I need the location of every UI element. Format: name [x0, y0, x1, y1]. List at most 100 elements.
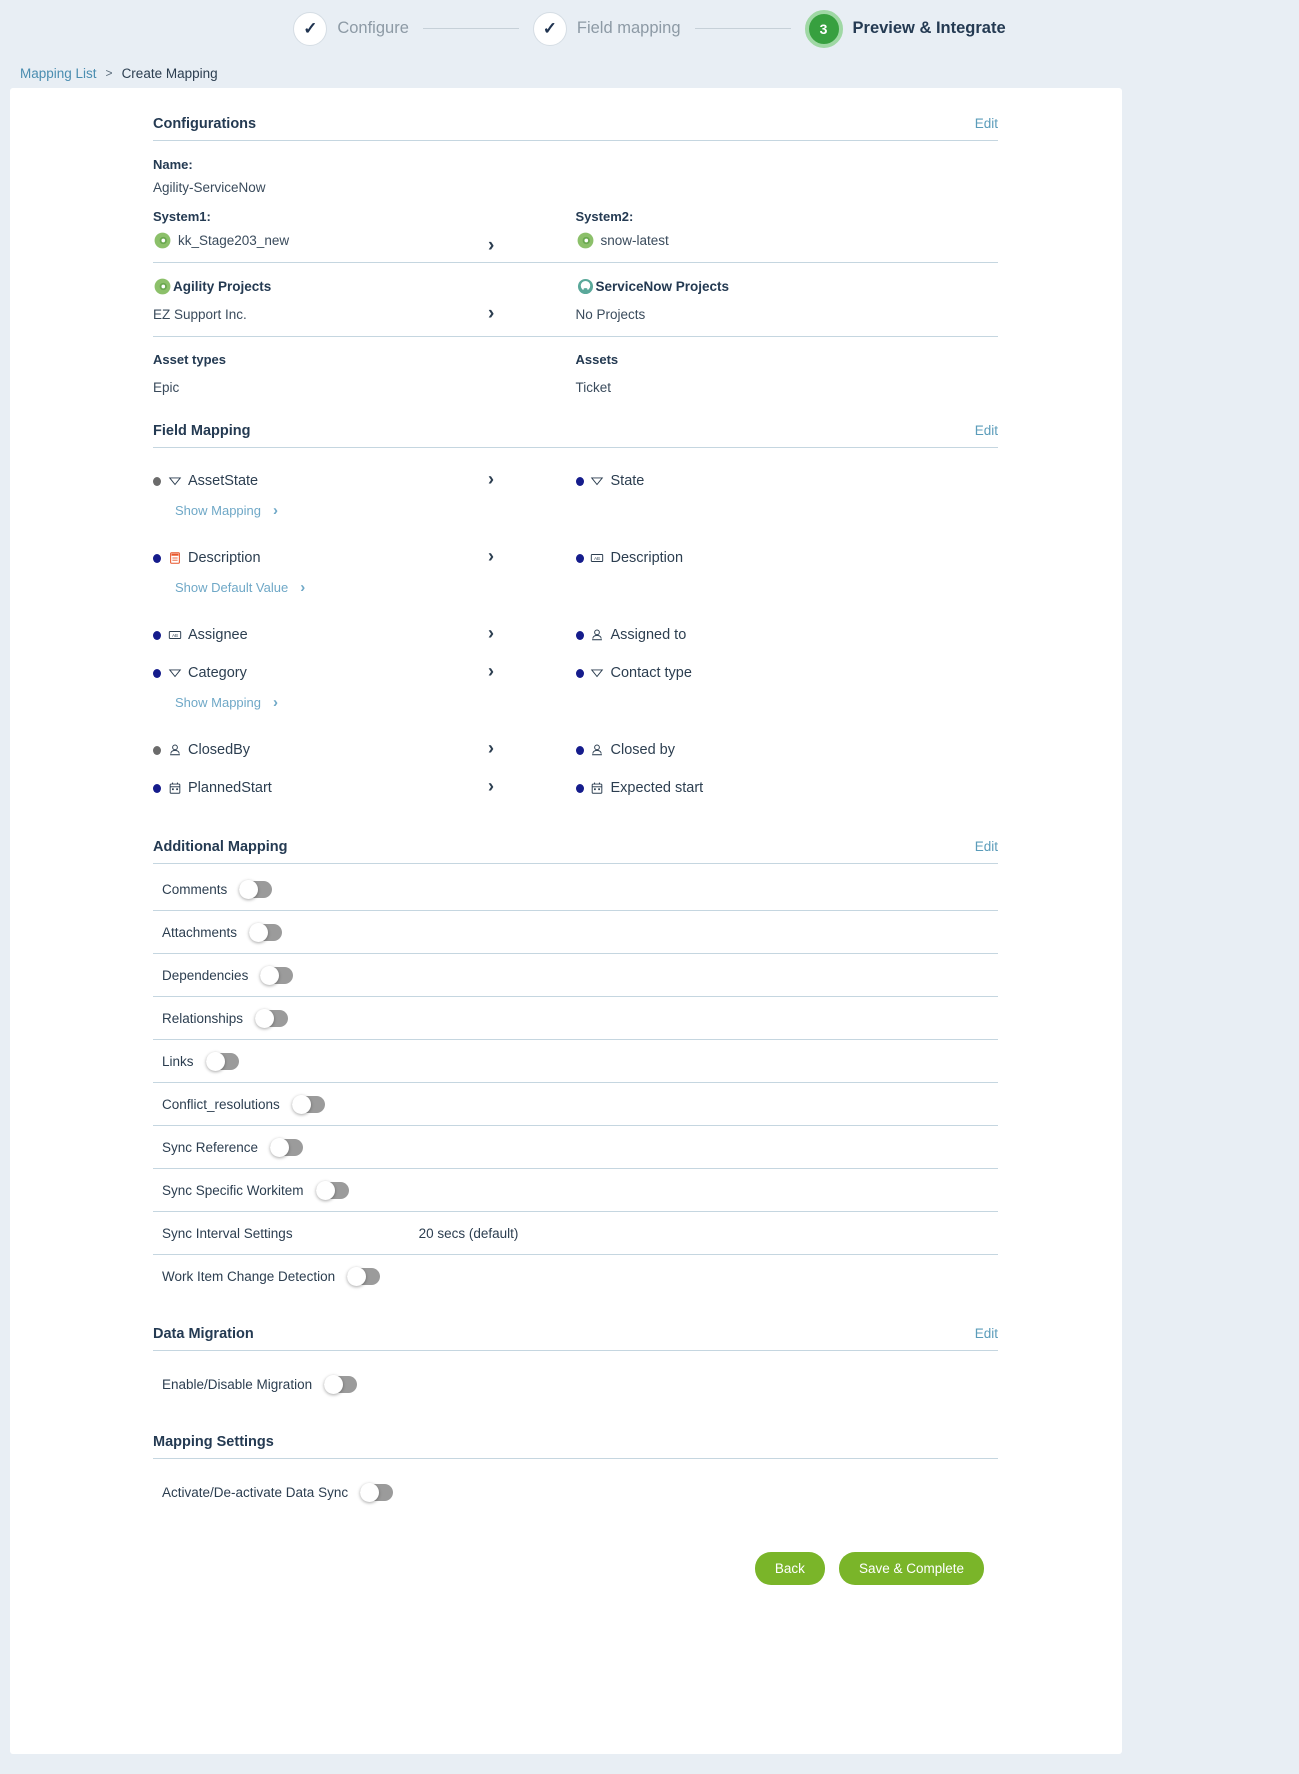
- system2-value: snow-latest: [600, 233, 669, 248]
- step-preview-integrate-number: 3: [804, 9, 843, 48]
- setting-label: Conflict_resolutions: [162, 1096, 280, 1112]
- agility-projects-title: Agility Projects: [153, 277, 556, 296]
- show-mapping-label: Show Mapping: [175, 503, 261, 518]
- projects-title-row: Agility Projects ServiceNow Projects: [153, 277, 998, 296]
- toggle-attachments[interactable]: [249, 922, 283, 942]
- setting-label: Enable/Disable Migration: [162, 1377, 313, 1392]
- show-mapping-link[interactable]: Show Mapping ›: [175, 694, 998, 711]
- system1-value: kk_Stage203_new: [178, 233, 290, 248]
- toggle-comments[interactable]: [239, 879, 273, 899]
- toggle-dependencies[interactable]: [260, 965, 294, 985]
- projects-right-value: No Projects: [575, 307, 646, 322]
- step-field-mapping-label: Field mapping: [576, 19, 681, 37]
- field-name: AssetState: [188, 473, 259, 489]
- step-field-mapping-check-icon: ✓: [532, 11, 567, 46]
- field-mapping-row: ClosedBy › Closed by: [153, 735, 998, 765]
- text-icon: AB: [167, 628, 182, 643]
- toggle-conflict-resolutions[interactable]: [291, 1094, 325, 1114]
- calendar-icon: [590, 781, 605, 796]
- field-mapping-target: State: [575, 473, 999, 489]
- step-connector-1: [422, 28, 519, 29]
- toggle-knob: [255, 1008, 275, 1028]
- field-name: Assigned to: [610, 627, 687, 643]
- asset-types-right-label-col: Assets: [576, 351, 999, 369]
- toggle-activate-de-activate-data-sync[interactable]: [360, 1483, 394, 1502]
- status-dot: [575, 668, 584, 678]
- user-icon: [592, 629, 602, 641]
- calendar-icon: [591, 782, 603, 794]
- status-dot: [153, 745, 161, 755]
- user-icon: [167, 743, 182, 758]
- field-mapping-source: ClosedBy: [153, 742, 576, 758]
- step-preview-integrate[interactable]: 3 Preview & Integrate: [804, 9, 1006, 48]
- toggle-knob: [239, 879, 259, 899]
- step-connector-2: [694, 28, 791, 29]
- asset-types-right-value-col: Ticket: [576, 379, 999, 397]
- field-mapping-header: Field Mapping Edit: [153, 423, 998, 448]
- toggle-knob: [270, 1137, 290, 1157]
- toggle-knob: [205, 1051, 225, 1071]
- additional-mapping-header: Additional Mapping Edit: [153, 839, 998, 864]
- setting-row: Enable/Disable Migration: [153, 1363, 998, 1406]
- dropdown-icon: [590, 477, 604, 486]
- status-dot: [575, 476, 584, 486]
- system2-col: System2: snow-latest: [576, 209, 999, 250]
- toggle-relationships[interactable]: [255, 1008, 289, 1028]
- dropdown-icon: [167, 474, 182, 489]
- show-mapping-link[interactable]: Show Default Value ›: [175, 579, 998, 596]
- field-mapping-row: AssetState › State: [153, 466, 998, 496]
- servicenow-projects-title: ServiceNow Projects: [576, 277, 999, 296]
- field-mapping-list: AssetState › State Show Mapping › Description…: [153, 466, 998, 811]
- mapping-arrow-icon: ›: [488, 776, 494, 796]
- row-spacer: [153, 596, 998, 620]
- field-mapping-target: Contact type: [575, 665, 999, 681]
- setting-value: 20 secs (default): [418, 1225, 519, 1241]
- data-migration-edit-link[interactable]: Edit: [975, 1326, 998, 1341]
- text-icon: AB: [168, 631, 181, 639]
- field-mapping-row: PlannedStart › Expected start: [153, 773, 998, 803]
- toggle-work-item-change-detection[interactable]: [347, 1267, 381, 1286]
- toggle-knob: [315, 1180, 335, 1200]
- agility-logo-icon: [154, 232, 171, 249]
- step-configure-check-icon: ✓: [293, 11, 328, 46]
- toggle-knob: [249, 922, 269, 942]
- step-configure[interactable]: ✓ Configure: [293, 11, 409, 46]
- additional-mapping-edit-link[interactable]: Edit: [975, 839, 998, 854]
- setting-label: Activate/De-activate Data Sync: [162, 1485, 349, 1500]
- field-mapping-source: PlannedStart: [153, 780, 576, 796]
- show-mapping-link[interactable]: Show Mapping ›: [175, 502, 998, 519]
- row-spacer: [153, 765, 998, 773]
- projects-left-title: Agility Projects: [173, 279, 272, 294]
- svg-text:AB: AB: [594, 556, 600, 561]
- status-dot: [575, 553, 584, 563]
- field-name: Assignee: [188, 627, 248, 643]
- config-name-value: Agility-ServiceNow: [153, 180, 266, 195]
- field-mapping-target: Assigned to: [575, 627, 999, 643]
- field-mapping-target: Closed by: [575, 742, 999, 758]
- field-name: Expected start: [610, 780, 704, 796]
- field-mapping-source: AssetState: [153, 473, 576, 489]
- field-name: Closed by: [610, 742, 675, 758]
- setting-label: Comments: [162, 881, 228, 897]
- asset-types-left-value: Epic: [153, 380, 180, 395]
- content-card: Configurations Edit Name: Agility-Servic…: [10, 88, 1122, 1754]
- toggle-links[interactable]: [205, 1051, 239, 1071]
- toggle-sync-reference[interactable]: [270, 1137, 304, 1157]
- back-button[interactable]: Back: [754, 1552, 825, 1585]
- toggle-sync-specific-workitem[interactable]: [315, 1180, 349, 1200]
- wizard-stepper: ✓ Configure ✓ Field mapping 3 Preview & …: [0, 0, 1299, 57]
- breadcrumb-current: Create Mapping: [121, 65, 218, 81]
- field-name: Contact type: [610, 665, 692, 681]
- status-dot: [153, 783, 161, 793]
- save-complete-button[interactable]: Save & Complete: [838, 1552, 984, 1585]
- systems-arrow-icon: ›: [488, 235, 495, 256]
- breadcrumb-mapping-list[interactable]: Mapping List: [20, 66, 97, 81]
- setting-row: Relationships: [153, 997, 998, 1040]
- configurations-edit-link[interactable]: Edit: [975, 116, 998, 131]
- step-field-mapping[interactable]: ✓ Field mapping: [532, 11, 681, 46]
- toggle-enable-disable-migration[interactable]: [324, 1375, 358, 1394]
- field-mapping-target: AB Description: [575, 550, 999, 566]
- system2-item: snow-latest: [576, 231, 999, 250]
- calendar-icon: [167, 781, 182, 796]
- field-mapping-edit-link[interactable]: Edit: [975, 423, 998, 438]
